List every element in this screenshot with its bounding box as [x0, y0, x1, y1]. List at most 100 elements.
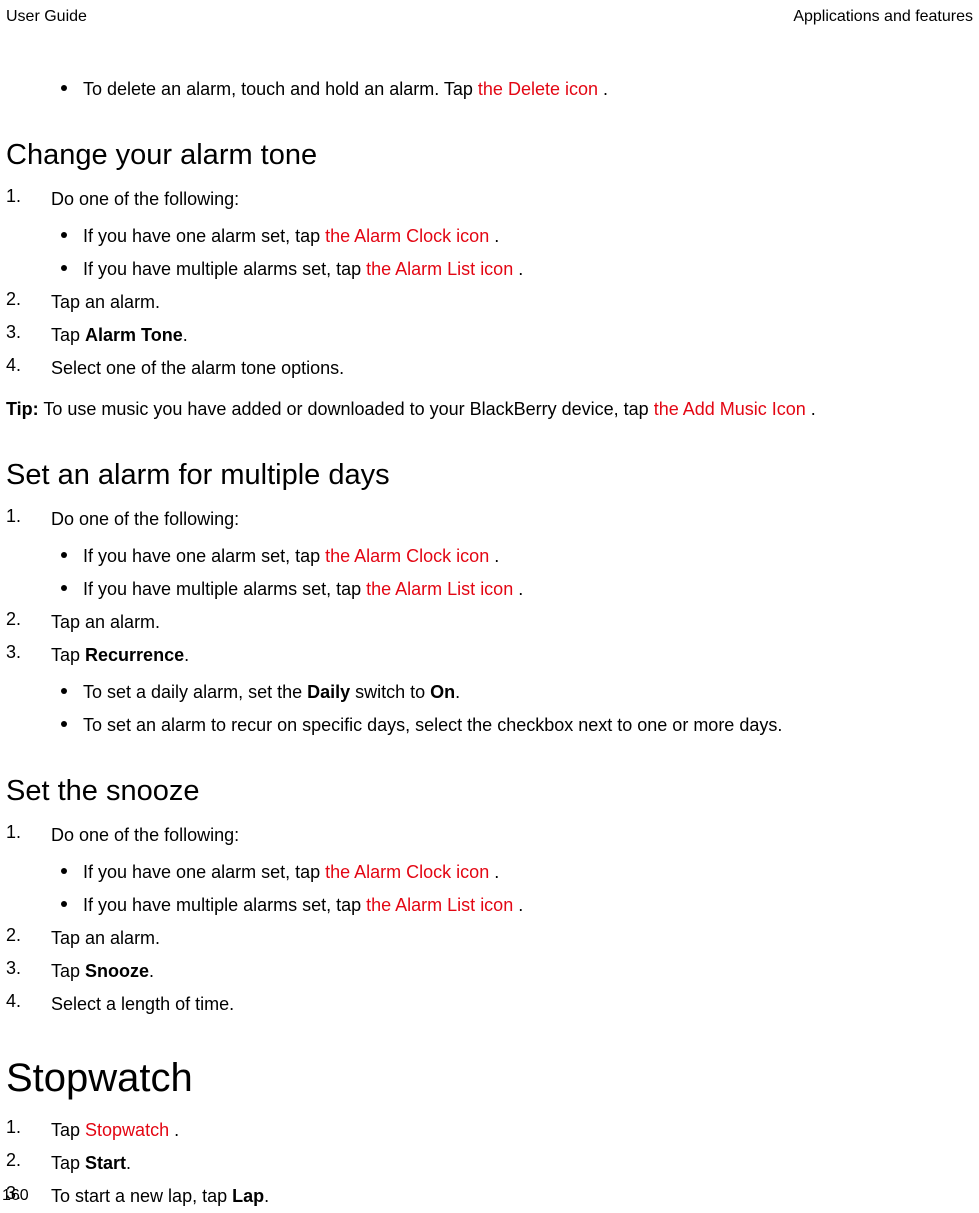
step-number: 1. [6, 506, 51, 527]
list-item: 2. Tap Start. [6, 1150, 973, 1177]
text: . [264, 1186, 269, 1206]
text: . [806, 399, 816, 419]
step-number: 3. [6, 958, 51, 979]
step-number: 2. [6, 289, 51, 310]
list-item: To set an alarm to recur on specific day… [61, 712, 973, 739]
text: If you have one alarm set, tap [83, 546, 325, 566]
body-text: Tap Alarm Tone. [51, 322, 188, 349]
list-item: 2. Tap an alarm. [6, 289, 973, 316]
list-item: 2. Tap an alarm. [6, 925, 973, 952]
list-item: 1. Do one of the following: [6, 506, 973, 533]
text: . [183, 325, 188, 345]
body-text: Select one of the alarm tone options. [51, 355, 344, 382]
text-bold: Alarm Tone [85, 325, 183, 345]
text: . [126, 1153, 131, 1173]
body-text: If you have multiple alarms set, tap the… [83, 892, 523, 919]
delete-icon-link: the Delete icon [478, 79, 598, 99]
text: If you have one alarm set, tap [83, 862, 325, 882]
list-item: If you have one alarm set, tap the Alarm… [61, 543, 973, 570]
text: Tap [51, 1120, 85, 1140]
text: . [513, 895, 523, 915]
header-right: Applications and features [793, 8, 973, 26]
list-item: 3. Tap Alarm Tone. [6, 322, 973, 349]
body-text: Select a length of time. [51, 991, 234, 1018]
tip-label: Tip: [6, 399, 39, 419]
body-text: To delete an alarm, touch and hold an al… [83, 76, 608, 103]
body-text: If you have multiple alarms set, tap the… [83, 576, 523, 603]
list-item: If you have multiple alarms set, tap the… [61, 256, 973, 283]
body-text: Tap Recurrence. [51, 642, 189, 669]
step-number: 2. [6, 609, 51, 630]
list-item: If you have multiple alarms set, tap the… [61, 892, 973, 919]
text: Tap [51, 325, 85, 345]
text: To delete an alarm, touch and hold an al… [83, 79, 478, 99]
text-bold: Snooze [85, 961, 149, 981]
text: If you have multiple alarms set, tap [83, 895, 366, 915]
list-item: To set a daily alarm, set the Daily swit… [61, 679, 973, 706]
step-number: 3. [6, 642, 51, 663]
body-text: Tap Stopwatch . [51, 1117, 179, 1144]
step-number: 2. [6, 1150, 51, 1171]
bullet-icon [61, 868, 67, 874]
step-number: 1. [6, 822, 51, 843]
body-text: To set an alarm to recur on specific day… [83, 712, 782, 739]
text-bold: Lap [232, 1186, 264, 1206]
list-item: 2. Tap an alarm. [6, 609, 973, 636]
alarm-clock-icon-link: the Alarm Clock icon [325, 546, 489, 566]
alarm-clock-icon-link: the Alarm Clock icon [325, 862, 489, 882]
text-bold: On [430, 682, 455, 702]
body-text: Tap Snooze. [51, 958, 154, 985]
body-text: If you have one alarm set, tap the Alarm… [83, 543, 499, 570]
text: To set a daily alarm, set the [83, 682, 307, 702]
alarm-list-icon-link: the Alarm List icon [366, 895, 513, 915]
tip-text: Tip: To use music you have added or down… [6, 396, 973, 423]
text: To use music you have added or downloade… [39, 399, 654, 419]
stopwatch-icon-link: Stopwatch [85, 1120, 169, 1140]
body-text: If you have one alarm set, tap the Alarm… [83, 223, 499, 250]
heading-multiple-days: Set an alarm for multiple days [6, 459, 973, 492]
bullet-icon [61, 232, 67, 238]
text-bold: Start [85, 1153, 126, 1173]
text: If you have multiple alarms set, tap [83, 259, 366, 279]
add-music-icon-link: the Add Music Icon [654, 399, 806, 419]
list-item: 4. Select a length of time. [6, 991, 973, 1018]
text: . [513, 259, 523, 279]
body-text: Tap an alarm. [51, 925, 160, 952]
text: . [149, 961, 154, 981]
header-left: User Guide [6, 8, 87, 26]
text: . [513, 579, 523, 599]
text: switch to [350, 682, 430, 702]
heading-stopwatch: Stopwatch [6, 1056, 973, 1101]
step-number: 4. [6, 355, 51, 376]
list-item: 3. Tap Recurrence. [6, 642, 973, 669]
step-number: 3. [6, 322, 51, 343]
body-text: Tap Start. [51, 1150, 131, 1177]
body-text: Tap an alarm. [51, 289, 160, 316]
text: . [489, 862, 499, 882]
list-item: 1. Do one of the following: [6, 186, 973, 213]
bullet-icon [61, 721, 67, 727]
text: Tap [51, 645, 85, 665]
body-text: Do one of the following: [51, 506, 239, 533]
page-number: 160 [2, 1187, 29, 1205]
alarm-clock-icon-link: the Alarm Clock icon [325, 226, 489, 246]
body-text: To set a daily alarm, set the Daily swit… [83, 679, 460, 706]
step-number: 4. [6, 991, 51, 1012]
list-item: If you have one alarm set, tap the Alarm… [61, 859, 973, 886]
text: To start a new lap, tap [51, 1186, 232, 1206]
alarm-list-icon-link: the Alarm List icon [366, 259, 513, 279]
bullet-icon [61, 585, 67, 591]
text: Tap [51, 1153, 85, 1173]
text-bold: Recurrence [85, 645, 184, 665]
list-item: 3. Tap Snooze. [6, 958, 973, 985]
step-number: 2. [6, 925, 51, 946]
heading-change-alarm-tone: Change your alarm tone [6, 139, 973, 172]
text: . [184, 645, 189, 665]
text: . [489, 226, 499, 246]
body-text: Do one of the following: [51, 186, 239, 213]
body-text: Tap an alarm. [51, 609, 160, 636]
list-item: If you have one alarm set, tap the Alarm… [61, 223, 973, 250]
bullet-icon [61, 85, 67, 91]
list-item: 3. To start a new lap, tap Lap. [6, 1183, 973, 1210]
list-item: To delete an alarm, touch and hold an al… [61, 76, 973, 103]
